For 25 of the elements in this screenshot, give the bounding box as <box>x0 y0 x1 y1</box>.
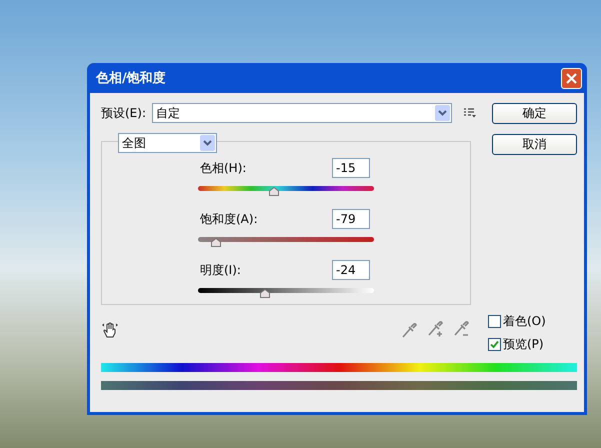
close-button[interactable] <box>561 68 582 88</box>
dialog-button[interactable]: 取消 <box>492 134 577 155</box>
eyedropper-plus-icon[interactable] <box>427 321 443 339</box>
preset-dropdown[interactable]: 自定 <box>152 103 452 123</box>
field-label: 明度(I): <box>200 262 241 278</box>
checkbox[interactable] <box>488 338 501 351</box>
window-title: 色相/饱和度 <box>96 70 166 87</box>
edit-dropdown[interactable]: 全图 <box>118 133 217 153</box>
value-field[interactable]: -79 <box>332 209 370 229</box>
caret-icon <box>203 140 212 146</box>
eyedropper-minus-icon[interactable] <box>453 321 469 339</box>
checkbox[interactable] <box>488 315 501 328</box>
eyedropper-icon[interactable] <box>401 321 417 339</box>
dialog-button[interactable]: 确定 <box>492 103 577 124</box>
value-field[interactable]: -15 <box>332 158 370 178</box>
field-label: 色相(H): <box>200 160 246 176</box>
close-icon <box>565 72 578 84</box>
preset-label: 预设(E): <box>101 104 146 122</box>
checkbox-label: 预览(P) <box>503 336 544 353</box>
field-label: 饱和度(A): <box>200 210 258 228</box>
checkbox-label: 着色(O) <box>503 313 546 330</box>
caret-icon <box>438 110 447 116</box>
value-field[interactable]: -24 <box>332 260 370 280</box>
hand-tool-icon[interactable] <box>101 321 119 339</box>
list-menu-icon[interactable] <box>464 108 476 118</box>
